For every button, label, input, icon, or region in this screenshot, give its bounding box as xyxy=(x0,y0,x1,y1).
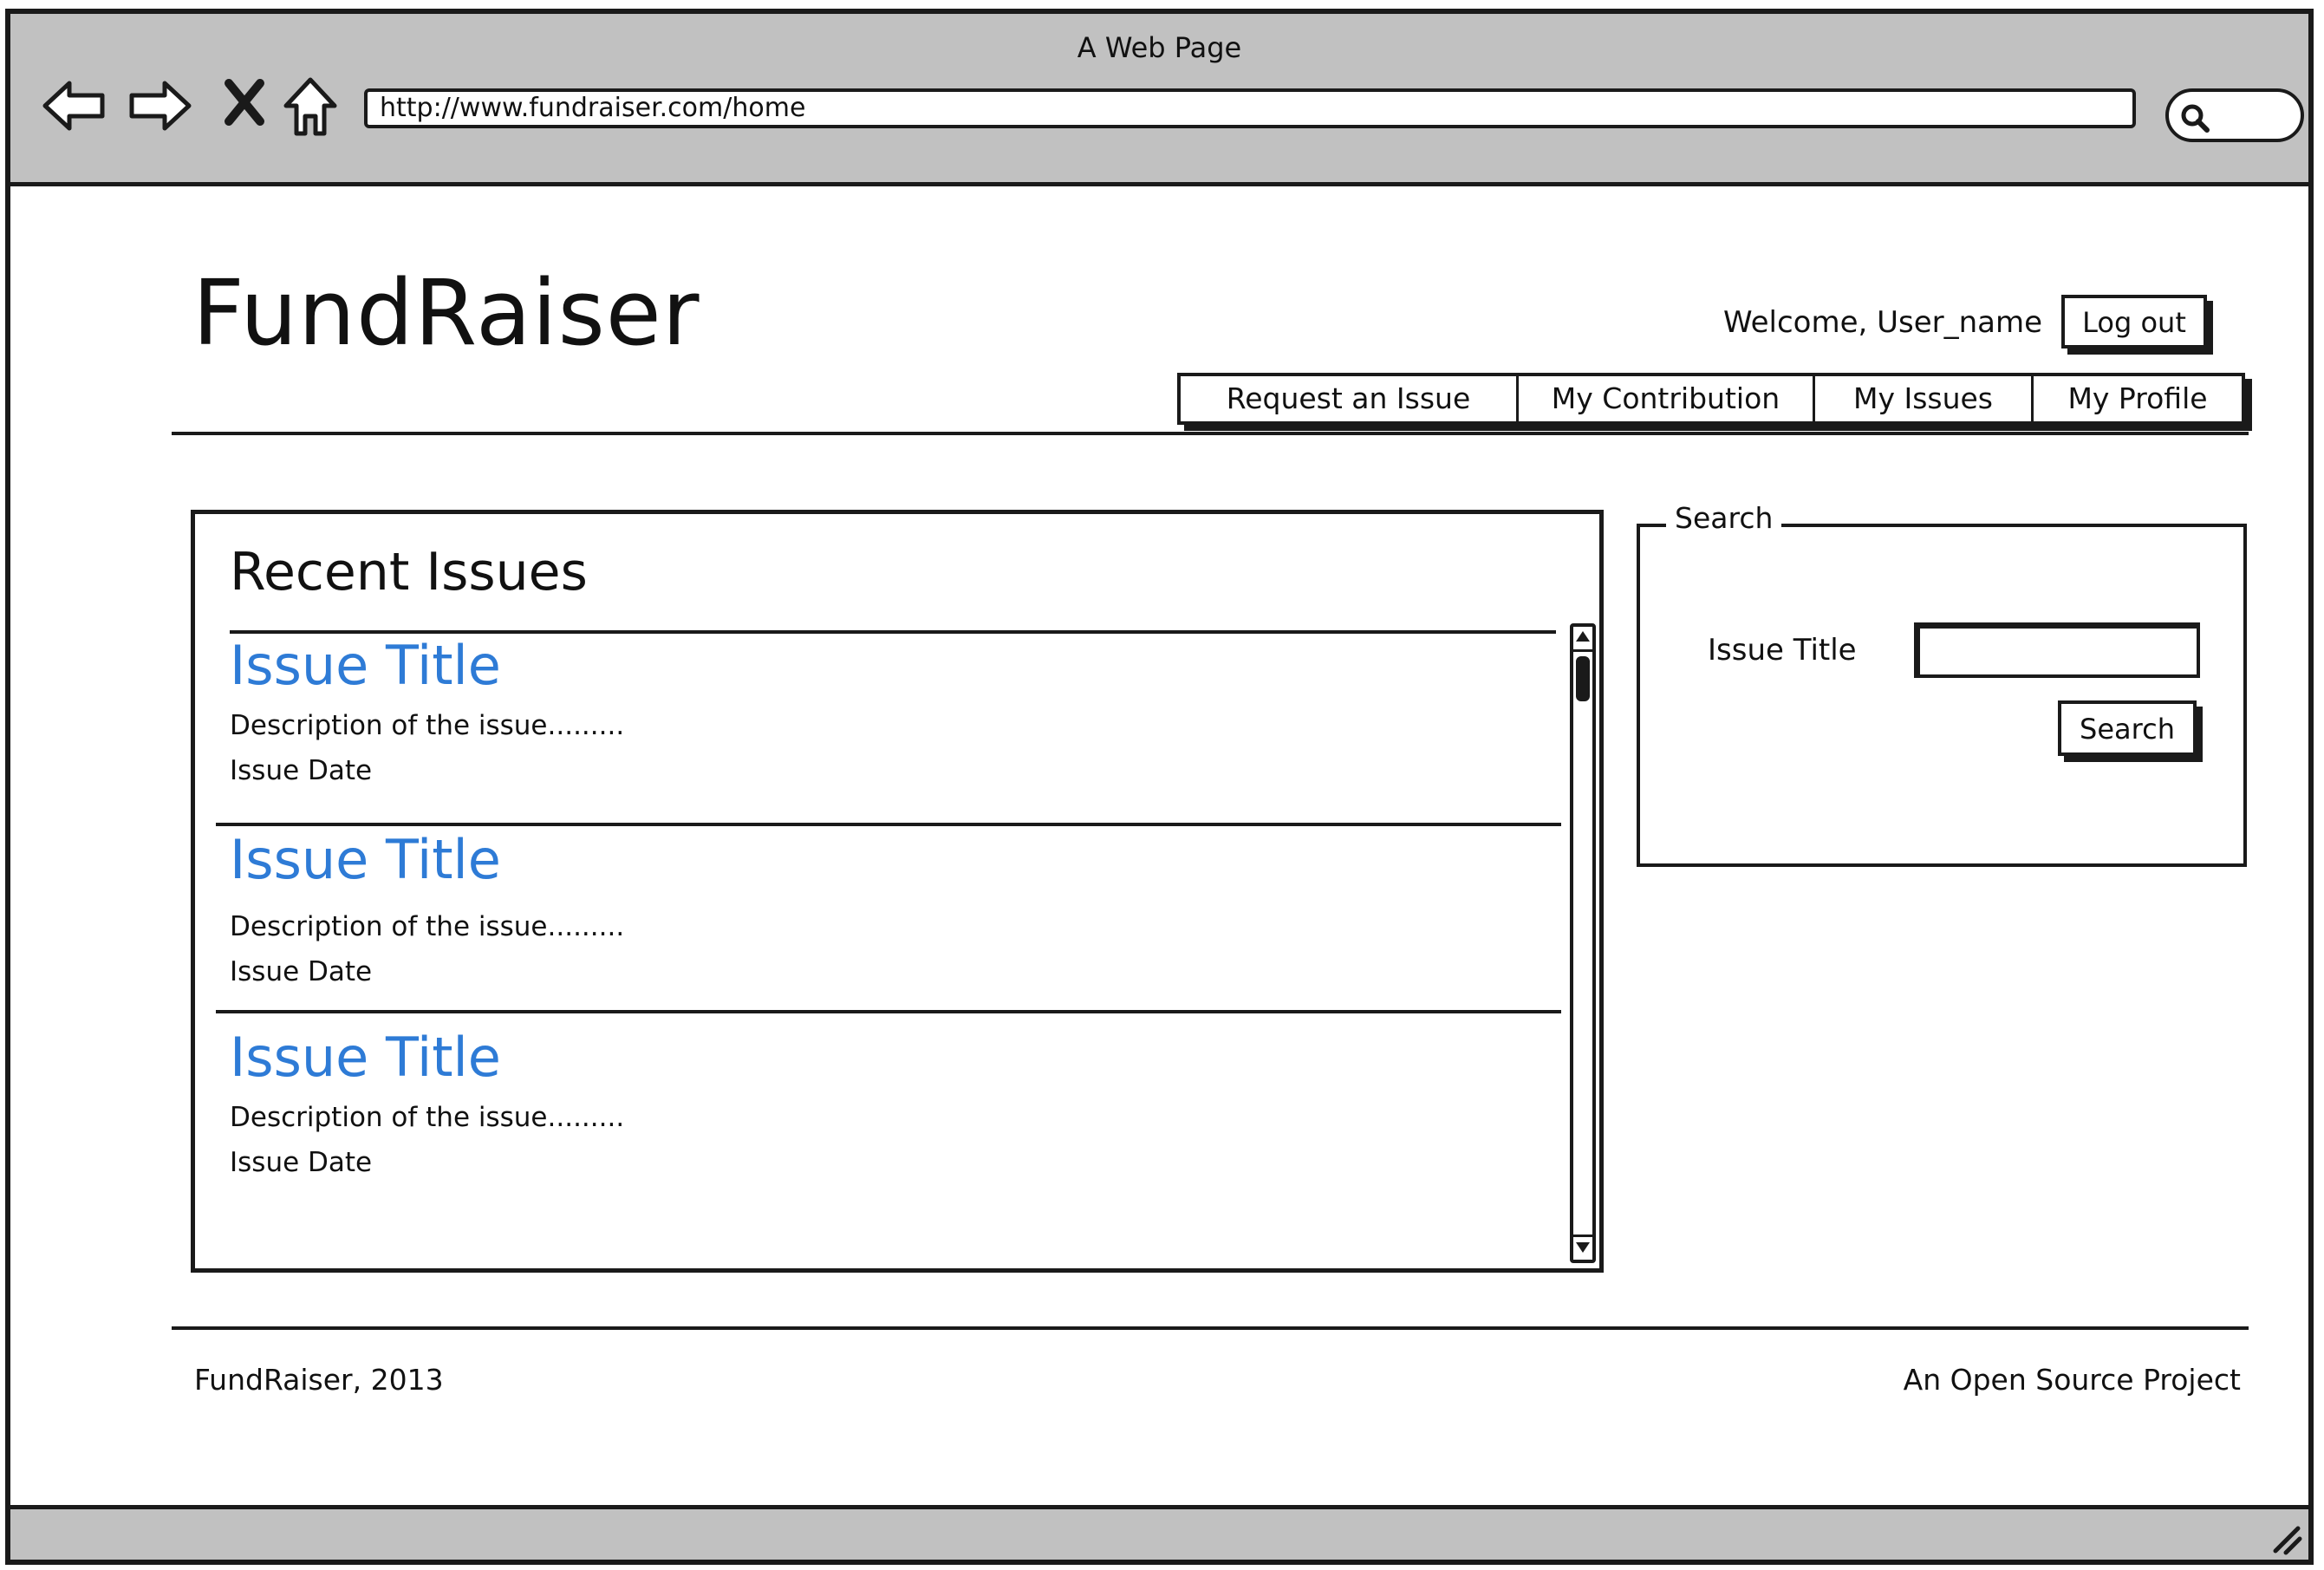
address-bar[interactable]: http://www.fundraiser.com/home xyxy=(364,88,2136,128)
search-button[interactable]: Search xyxy=(2058,700,2197,756)
search-panel-legend: Search xyxy=(1666,501,1782,535)
scroll-down-arrow-icon[interactable] xyxy=(1573,1235,1592,1260)
recent-issues-heading: Recent Issues xyxy=(230,542,588,603)
issue-item: Issue Title Description of the issue....… xyxy=(230,830,625,988)
footer-copyright: FundRaiser, 2013 xyxy=(194,1363,444,1397)
logout-button[interactable]: Log out xyxy=(2061,295,2207,349)
close-x-icon[interactable] xyxy=(215,71,284,140)
status-bar xyxy=(10,1505,2308,1560)
issue-item: Issue Title Description of the issue....… xyxy=(230,635,625,787)
browser-toolbar: A Web Page http://www.fundraiser.com/hom… xyxy=(10,14,2308,186)
issue-item: Issue Title Description of the issue....… xyxy=(230,1027,625,1179)
footer-divider xyxy=(172,1326,2249,1330)
tab-my-issues[interactable]: My Issues xyxy=(1815,376,2034,421)
tab-my-profile[interactable]: My Profile xyxy=(2034,376,2242,421)
issue-title-link[interactable]: Issue Title xyxy=(230,635,624,696)
issue-title-label: Issue Title xyxy=(1708,633,1857,668)
recent-issues-panel: Recent Issues Issue Title Description of… xyxy=(191,510,1604,1273)
search-icon xyxy=(2181,104,2210,133)
issue-description: Description of the issue......... xyxy=(230,1102,625,1133)
scroll-up-arrow-icon[interactable] xyxy=(1573,627,1592,652)
issue-divider xyxy=(216,1010,1561,1013)
home-icon[interactable] xyxy=(279,71,348,140)
issue-description: Description of the issue......... xyxy=(230,710,625,741)
issue-date: Issue Date xyxy=(230,1147,373,1178)
issue-title-link[interactable]: Issue Title xyxy=(230,830,624,890)
footer-tagline: An Open Source Project xyxy=(1903,1363,2241,1397)
resize-grip-icon[interactable] xyxy=(2269,1521,2303,1556)
site-logo[interactable]: FundRaiser xyxy=(192,260,700,366)
window-title: A Web Page xyxy=(1077,31,1242,64)
scroll-thumb[interactable] xyxy=(1576,656,1590,701)
browser-search-field[interactable] xyxy=(2165,88,2304,142)
issue-date: Issue Date xyxy=(230,956,373,987)
issue-date: Issue Date xyxy=(230,755,373,786)
issue-title-link[interactable]: Issue Title xyxy=(230,1027,624,1088)
header-divider xyxy=(172,432,2249,435)
issue-divider xyxy=(216,823,1561,826)
welcome-text: Welcome, User_name xyxy=(1723,305,2043,340)
issue-title-input[interactable] xyxy=(1914,622,2200,678)
main-nav-tabs: Request an Issue My Contribution My Issu… xyxy=(1177,373,2245,425)
back-arrow-icon[interactable] xyxy=(40,71,109,140)
tab-my-contribution[interactable]: My Contribution xyxy=(1519,376,1815,421)
tab-request-issue[interactable]: Request an Issue xyxy=(1181,376,1519,421)
issue-description: Description of the issue......... xyxy=(230,911,625,942)
issues-scrollbar[interactable] xyxy=(1570,623,1596,1263)
forward-arrow-icon[interactable] xyxy=(125,71,194,140)
search-panel: Search Issue Title Search xyxy=(1637,501,2247,867)
